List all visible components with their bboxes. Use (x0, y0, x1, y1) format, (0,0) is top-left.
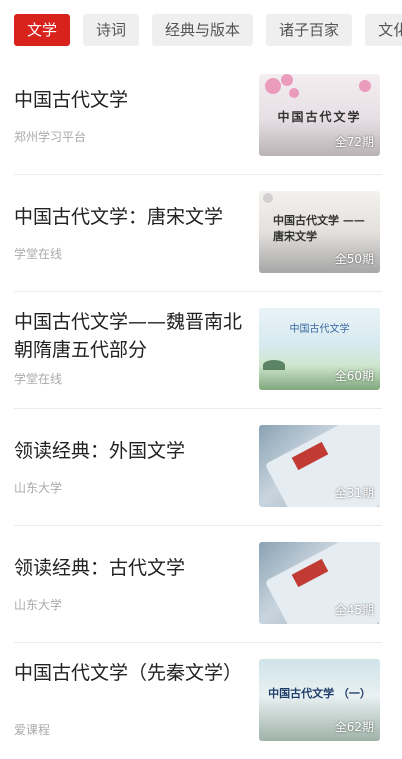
thumbnail-caption: 中国古代文学 (277, 110, 362, 124)
course-text: 领读经典：外国文学 山东大学 (14, 409, 242, 525)
course-text: 中国古代文学：唐宋文学 学堂在线 (14, 175, 242, 291)
episode-count-badge: 全31期 (334, 486, 374, 500)
course-row[interactable]: 中国古代文学 郑州学习平台 中国古代文学 全72期 (14, 58, 382, 175)
course-list: 中国古代文学 郑州学习平台 中国古代文学 全72期 中国古代文学：唐宋文学 学堂… (14, 58, 402, 755)
course-thumbnail[interactable]: 中国古代文学 ——唐宋文学 全50期 (259, 191, 380, 273)
course-text: 领读经典：古代文学 山东大学 (14, 526, 242, 642)
course-text: 中国古代文学（先秦文学） 爱课程 (14, 643, 242, 759)
course-source: 郑州学习平台 (14, 130, 87, 144)
episode-count-badge: 全45期 (334, 603, 374, 617)
course-text: 中国古代文学——魏晋南北朝隋唐五代部分 学堂在线 (14, 292, 242, 408)
course-text: 中国古代文学 郑州学习平台 (14, 58, 242, 174)
course-source: 学堂在线 (14, 247, 63, 261)
course-title: 中国古代文学——魏晋南北朝隋唐五代部分 (14, 311, 243, 361)
course-title: 中国古代文学：唐宋文学 (14, 206, 224, 228)
tab-culture[interactable]: 文化 (365, 14, 402, 46)
episode-count-badge: 全50期 (334, 252, 374, 266)
tab-hundred-schools[interactable]: 诸子百家 (266, 14, 353, 46)
thumbnail-caption: 中国古代文学 (289, 324, 350, 335)
episode-count-badge: 全62期 (334, 720, 374, 734)
tab-literature[interactable]: 文学 (14, 14, 71, 46)
course-row[interactable]: 领读经典：古代文学 山东大学 全45期 (14, 526, 382, 643)
course-thumbnail[interactable]: 中国古代文学 （一） 全62期 (259, 659, 380, 741)
course-source: 学堂在线 (14, 372, 63, 386)
course-title: 中国古代文学 (14, 89, 129, 111)
course-title: 中国古代文学（先秦文学） (14, 662, 243, 684)
course-title: 领读经典：外国文学 (14, 440, 186, 462)
course-thumbnail[interactable]: 中国古代文学 全60期 (259, 308, 380, 390)
thumbnail-caption: 中国古代文学 ——唐宋文学 (273, 214, 365, 243)
tab-classics-editions[interactable]: 经典与版本 (152, 14, 254, 46)
episode-count-badge: 全72期 (334, 135, 374, 149)
course-thumbnail[interactable]: 中国古代文学 全72期 (259, 74, 380, 156)
course-source: 山东大学 (14, 481, 63, 495)
episode-count-badge: 全60期 (334, 369, 374, 383)
tab-poetry[interactable]: 诗词 (83, 14, 140, 46)
course-source: 爱课程 (14, 723, 51, 737)
course-source: 山东大学 (14, 598, 63, 612)
thumbnail-caption: 中国古代文学 （一） (268, 687, 371, 700)
category-tabs: 文学 诗词 经典与版本 诸子百家 文化 (14, 14, 402, 46)
course-row[interactable]: 领读经典：外国文学 山东大学 全31期 (14, 409, 382, 526)
course-row[interactable]: 中国古代文学（先秦文学） 爱课程 中国古代文学 （一） 全62期 (14, 643, 382, 755)
course-row[interactable]: 中国古代文学：唐宋文学 学堂在线 中国古代文学 ——唐宋文学 全50期 (14, 175, 382, 292)
course-title: 领读经典：古代文学 (14, 557, 186, 579)
course-thumbnail[interactable]: 全45期 (259, 542, 380, 624)
course-row[interactable]: 中国古代文学——魏晋南北朝隋唐五代部分 学堂在线 中国古代文学 全60期 (14, 292, 382, 409)
course-thumbnail[interactable]: 全31期 (259, 425, 380, 507)
